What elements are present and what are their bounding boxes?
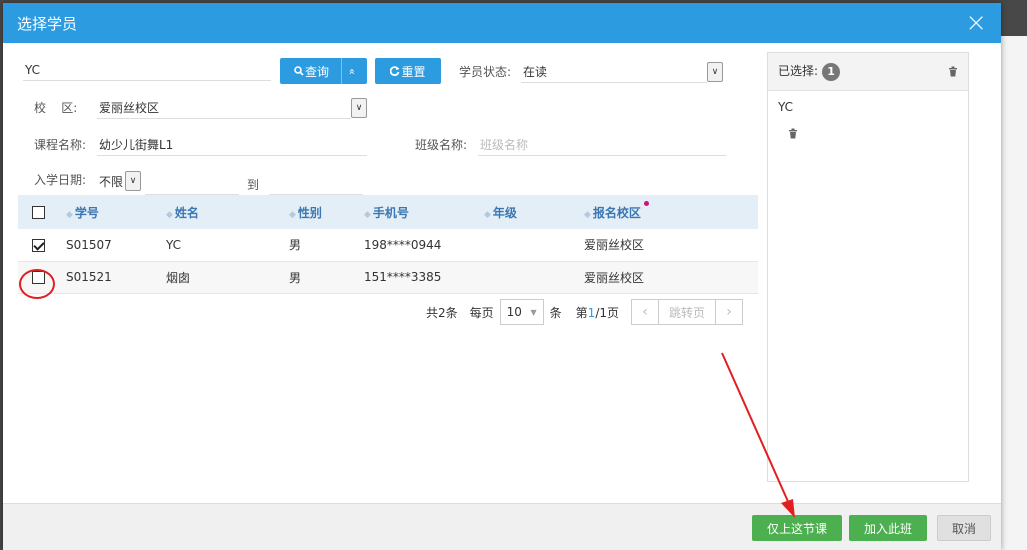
annotation-arrow-line <box>721 352 791 507</box>
annotation-arrow-head <box>781 499 795 518</box>
annotation-arrow <box>721 352 795 518</box>
